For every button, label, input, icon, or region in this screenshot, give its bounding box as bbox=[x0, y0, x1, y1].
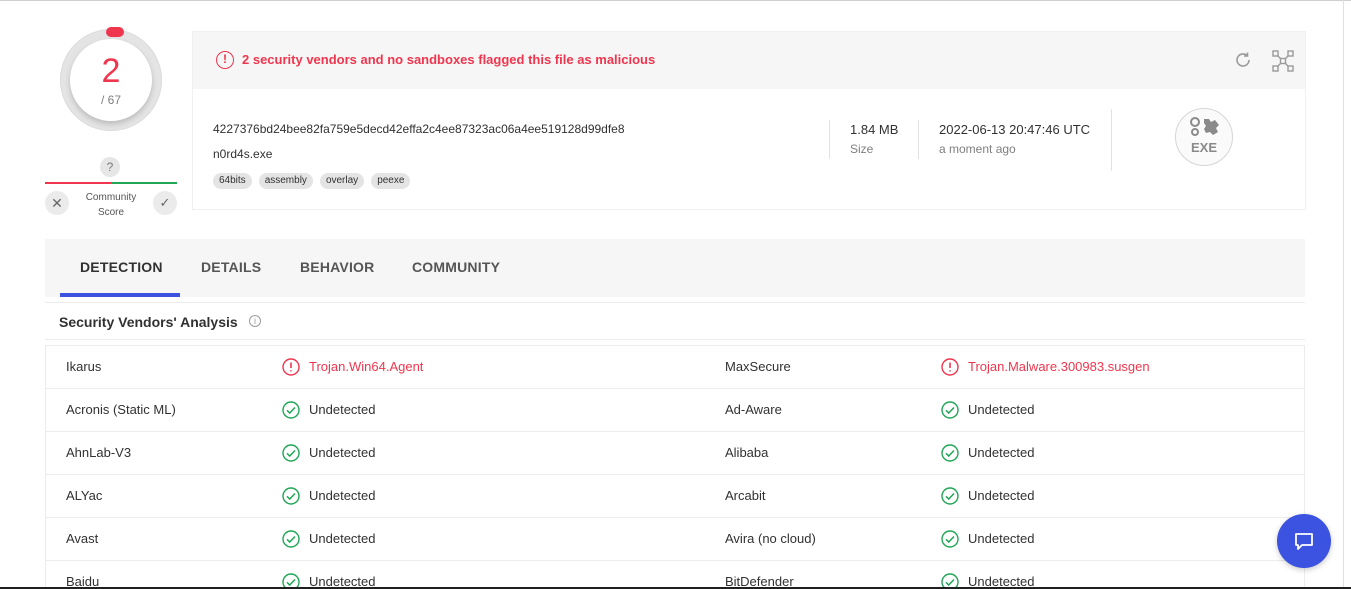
report-tabs: DETECTION DETAILS BEHAVIOR COMMUNITY bbox=[45, 239, 1305, 297]
file-tag[interactable]: assembly bbox=[258, 173, 313, 189]
detection-result: Undetected bbox=[968, 445, 1035, 460]
detection-total: / 67 bbox=[100, 93, 121, 107]
gears-icon bbox=[1190, 117, 1219, 136]
check-circle-icon bbox=[941, 444, 959, 462]
tab-detection[interactable]: DETECTION bbox=[80, 259, 163, 275]
upvote-button[interactable]: ✓ bbox=[153, 191, 177, 215]
chat-bubble-icon bbox=[1295, 533, 1313, 550]
detection-banner: ! 2 security vendors and no sandboxes fl… bbox=[193, 32, 1305, 89]
vendor-name: Avast bbox=[66, 531, 99, 546]
reanalyze-icon[interactable] bbox=[1233, 50, 1253, 70]
top-border bbox=[0, 0, 1351, 1]
file-tags: 64bits assembly overlay peexe bbox=[213, 173, 411, 189]
file-size-value: 1.84 MB bbox=[850, 122, 899, 137]
chat-button[interactable] bbox=[1277, 514, 1331, 568]
detection-result: Trojan.Malware.300983.susgen bbox=[968, 359, 1150, 374]
tab-behavior[interactable]: BEHAVIOR bbox=[300, 259, 374, 275]
community-score-label-line2: Score bbox=[97, 207, 125, 218]
tab-community[interactable]: COMMUNITY bbox=[412, 259, 500, 275]
community-score-bar bbox=[45, 182, 177, 184]
active-tab-indicator bbox=[60, 293, 180, 297]
check-circle-icon bbox=[941, 401, 959, 419]
alert-circle-icon bbox=[282, 358, 300, 376]
vendor-name: AhnLab-V3 bbox=[66, 445, 132, 460]
community-score-label: Community Score bbox=[70, 190, 152, 220]
detection-result: Undetected bbox=[309, 488, 376, 503]
file-name: n0rd4s.exe bbox=[213, 147, 273, 161]
tab-details[interactable]: DETAILS bbox=[201, 259, 261, 275]
divider bbox=[918, 120, 919, 159]
table-row: Ikarus Trojan.Win64.Agent MaxSecure Trojan.… bbox=[46, 346, 1304, 389]
table-row: Baidu Undetected BitDefender Undetected bbox=[46, 561, 1304, 589]
table-row: Avast Undetected Avira (no cloud) Undetecte… bbox=[46, 518, 1304, 561]
detection-result: Undetected bbox=[968, 402, 1035, 417]
file-summary-card: ! 2 security vendors and no sandboxes fl… bbox=[192, 31, 1306, 210]
detection-count: 2 bbox=[101, 52, 121, 90]
score-gauge-indicator bbox=[106, 27, 124, 37]
analysis-date-relative: a moment ago bbox=[939, 142, 1016, 156]
file-hash[interactable]: 4227376bd24bee82fa759e5decd42effa2c4ee87… bbox=[213, 122, 625, 136]
downvote-button[interactable]: ✕ bbox=[45, 191, 69, 215]
analysis-date-value: 2022-06-13 20:47:46 UTC bbox=[939, 122, 1091, 137]
vendor-name: MaxSecure bbox=[725, 359, 791, 374]
detection-result: Undetected bbox=[309, 402, 376, 417]
check-circle-icon bbox=[282, 530, 300, 548]
alert-circle-icon bbox=[941, 358, 959, 376]
divider bbox=[45, 302, 1305, 303]
table-row: ALYac Undetected Arcabit Undetected bbox=[46, 475, 1304, 518]
check-circle-icon bbox=[941, 530, 959, 548]
file-size-label: Size bbox=[850, 142, 874, 156]
vendor-name: Avira (no cloud) bbox=[725, 531, 816, 546]
detection-result: Undetected bbox=[968, 531, 1035, 546]
vendor-name: Acronis (Static ML) bbox=[66, 402, 176, 417]
right-border bbox=[1343, 0, 1344, 589]
alert-circle-icon: ! bbox=[216, 51, 234, 69]
vendor-name: Arcabit bbox=[725, 488, 766, 503]
divider bbox=[1111, 109, 1112, 171]
vendor-name: Ikarus bbox=[66, 359, 102, 374]
file-tag[interactable]: peexe bbox=[371, 173, 411, 189]
table-row: Acronis (Static ML) Undetected Ad-Aware Und… bbox=[46, 389, 1304, 432]
section-title: Security Vendors' Analysis bbox=[59, 314, 238, 330]
vendor-analysis-table: Ikarus Trojan.Win64.Agent MaxSecure Trojan.… bbox=[45, 345, 1305, 589]
detection-score-gauge: 2 / 67 bbox=[60, 27, 162, 131]
divider bbox=[829, 120, 830, 159]
vendor-name: Ad-Aware bbox=[725, 402, 782, 417]
check-circle-icon bbox=[282, 401, 300, 419]
file-tag[interactable]: overlay bbox=[319, 173, 365, 189]
file-tag[interactable]: 64bits bbox=[213, 173, 252, 189]
community-score-label-line1: Community bbox=[85, 192, 137, 203]
file-type-exe-icon: EXE bbox=[1175, 108, 1233, 166]
check-circle-icon bbox=[282, 487, 300, 505]
file-type-label: EXE bbox=[1190, 140, 1217, 155]
info-icon[interactable]: i bbox=[249, 315, 261, 327]
detection-result: Trojan.Win64.Agent bbox=[309, 359, 424, 374]
divider bbox=[45, 339, 1305, 340]
detection-result: Undetected bbox=[309, 531, 376, 546]
check-circle-icon bbox=[282, 444, 300, 462]
detection-result: Undetected bbox=[968, 488, 1035, 503]
detection-result: Undetected bbox=[309, 445, 376, 460]
graph-icon[interactable] bbox=[1271, 49, 1295, 73]
vendor-name: ALYac bbox=[66, 488, 103, 503]
score-gauge-center: 2 / 67 bbox=[70, 39, 152, 121]
vendor-name: Alibaba bbox=[725, 445, 769, 460]
check-circle-icon bbox=[941, 487, 959, 505]
table-row: AhnLab-V3 Undetected Alibaba Undetected bbox=[46, 432, 1304, 475]
detection-banner-text: 2 security vendors and no sandboxes flag… bbox=[242, 52, 656, 67]
community-score-help-icon[interactable]: ? bbox=[100, 157, 120, 177]
